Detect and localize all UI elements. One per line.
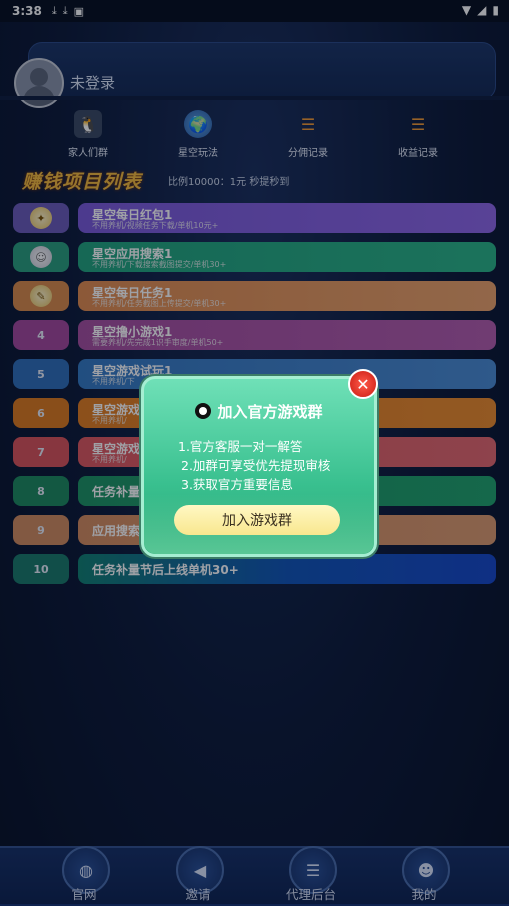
dialog-title: 加入官方游戏群 [144, 401, 374, 422]
qq-penguin-icon [195, 403, 212, 419]
join-group-button[interactable]: 加入游戏群 [174, 505, 340, 535]
dialog-benefits: 1.官方客服一对一解答 2.加群可享受优先提现审核 3.获取官方重要信息 [178, 437, 330, 494]
join-group-dialog: 加入官方游戏群 1.官方客服一对一解答 2.加群可享受优先提现审核 3.获取官方… [141, 376, 377, 557]
dialog-title-text: 加入官方游戏群 [217, 403, 323, 421]
dialog-line: 2.加群可享受优先提现审核 [181, 458, 331, 473]
dialog-line: 1.官方客服一对一解答 [178, 439, 303, 454]
dialog-line: 3.获取官方重要信息 [181, 477, 293, 492]
close-icon[interactable]: ✕ [348, 369, 378, 399]
